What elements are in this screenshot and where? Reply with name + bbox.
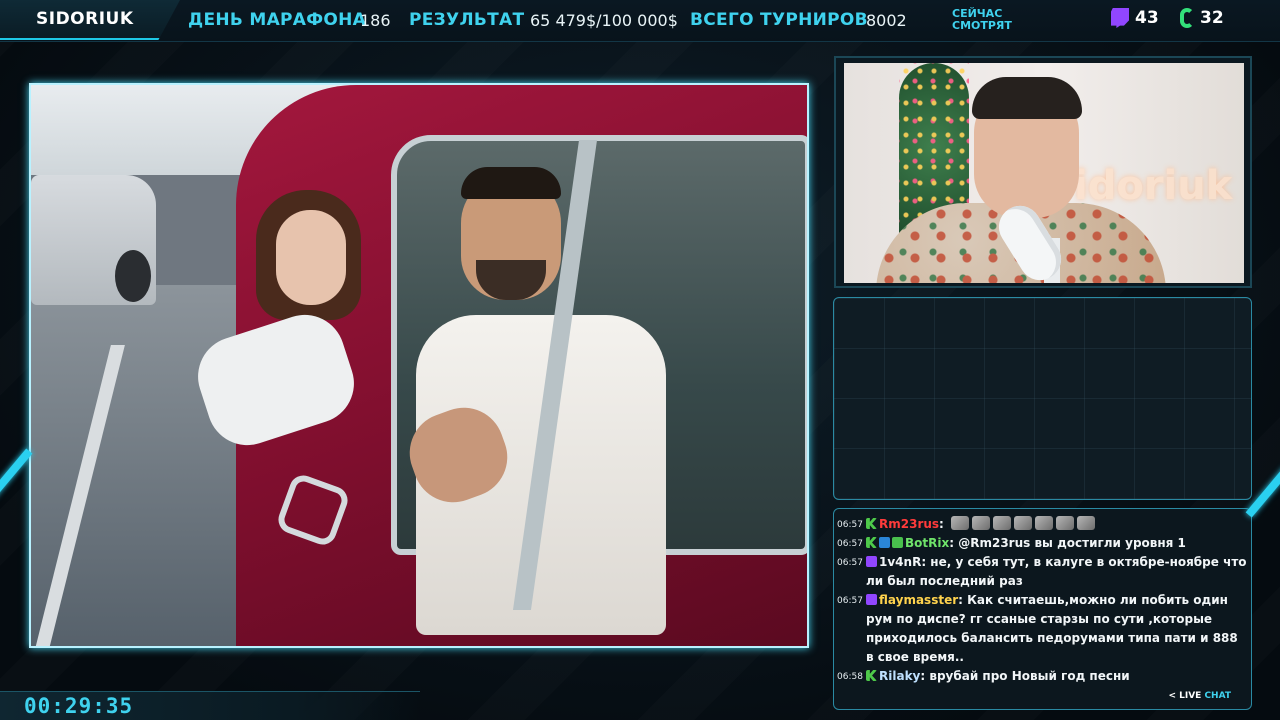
emote-icon [1014, 516, 1033, 530]
kick-viewer-counter: 32 [1180, 8, 1224, 28]
twitch-badge-icon [866, 594, 877, 605]
kick-viewer-count: 32 [1200, 8, 1224, 28]
moderator-badge-icon [879, 537, 890, 548]
webcam-frame: idoriuk [834, 56, 1252, 288]
twitch-icon [1111, 8, 1129, 28]
chat-username[interactable]: 1v4nR [879, 555, 921, 569]
chat-timestamp: 06:57 [837, 520, 863, 530]
webcam-feed: idoriuk [844, 63, 1244, 283]
chat-username[interactable]: BotRix [905, 536, 949, 550]
chat-text: не, у себя тут, в калуге в октябре-ноябр… [866, 555, 1247, 588]
verified-badge-icon [892, 537, 903, 548]
emote-icon [993, 516, 1012, 530]
twitch-badge-icon [866, 556, 877, 567]
result-value: 65 479$/100 000$ [530, 11, 678, 30]
chat-message: 06:57 flaymasster: Как считаешь,можно ли… [837, 593, 1238, 664]
streamer-hair [972, 77, 1082, 119]
video-woman-face [276, 210, 346, 305]
emote-icon [1056, 516, 1075, 530]
kick-badge-icon [866, 537, 877, 548]
chat-message: 06:57 Rm23rus: [836, 515, 1247, 534]
emote-icon [972, 516, 991, 530]
live-chat-panel: 06:57 Rm23rus: 06:57 BotRix: @Rm23rus вы… [833, 508, 1252, 710]
emote-icon [1077, 516, 1096, 530]
kick-badge-icon [866, 518, 877, 529]
result-label: РЕЗУЛЬТАТ [409, 10, 525, 30]
chat-message: 06:58 Rilaky: врубай про Новый год песни [836, 667, 1247, 686]
chat-username[interactable]: Rilaky [879, 669, 920, 683]
twitch-viewer-counter: 43 [1111, 8, 1159, 28]
marathon-day-value: 186 [360, 11, 391, 30]
stream-timer: 00:29:35 [24, 694, 134, 718]
video-man-hair [461, 167, 561, 199]
chat-timestamp: 06:57 [837, 558, 863, 568]
brand-logo: SIDORIUK [0, 0, 180, 40]
live-chat-label[interactable]: < LIVE CHAT [1168, 687, 1231, 706]
chat-text: врубай про Новый год песни [929, 669, 1130, 683]
chat-text: @Rm23rus вы достигли уровня 1 [958, 536, 1186, 550]
emote-icon [1035, 516, 1054, 530]
emote-icon [951, 516, 970, 530]
chat-message: 06:57 1v4nR: не, у себя тут, в калуге в … [837, 555, 1247, 588]
live-chat-suffix: CHAT [1204, 691, 1231, 701]
chat-username[interactable]: flaymasster [879, 593, 958, 607]
now-watching-label: СЕЙЧАС СМОТРЯТ [952, 7, 1012, 32]
brand-name: SIDORIUK [36, 9, 134, 29]
kick-icon [1180, 8, 1194, 28]
chat-username[interactable]: Rm23rus [879, 517, 939, 531]
tournaments-value: 8002 [866, 11, 907, 30]
chat-message: 06:57 BotRix: @Rm23rus вы достигли уровн… [836, 534, 1247, 553]
twitch-viewer-count: 43 [1135, 8, 1159, 28]
tournaments-label: ВСЕГО ТУРНИРОВ [690, 10, 868, 30]
empty-grid-panel [833, 297, 1252, 500]
chat-timestamp: 06:57 [837, 539, 863, 549]
main-video-player[interactable] [29, 83, 809, 648]
live-chat-prefix: < LIVE [1168, 691, 1202, 701]
chat-timestamp: 06:58 [837, 672, 863, 682]
kick-badge-icon [866, 670, 877, 681]
marathon-day-label: ДЕНЬ МАРАФОНА [188, 10, 367, 30]
video-suv-wheel [115, 250, 151, 302]
chat-timestamp: 06:57 [837, 596, 863, 606]
top-stats-bar: SIDORIUK ДЕНЬ МАРАФОНА 186 РЕЗУЛЬТАТ 65 … [0, 0, 1280, 42]
